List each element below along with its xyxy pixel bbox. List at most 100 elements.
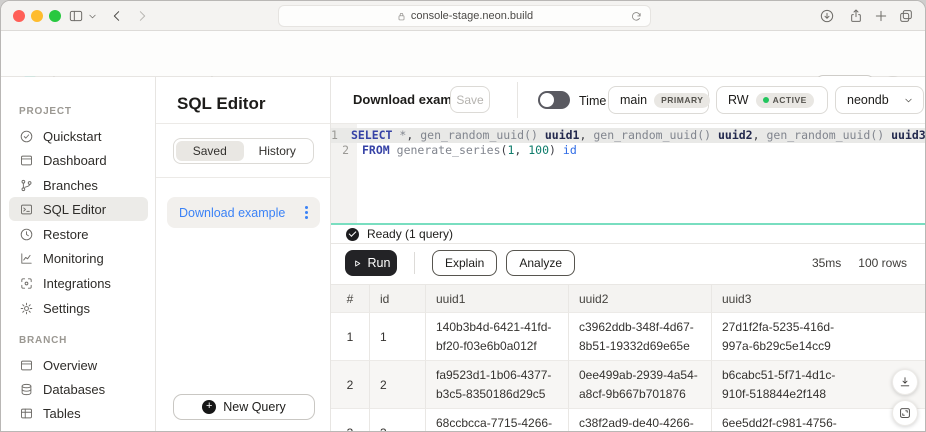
table-header-row: # id uuid1 uuid2 uuid3	[331, 285, 925, 313]
sidebar-item-integrations[interactable]: Integrations	[9, 271, 148, 295]
table-row[interactable]: 2 2 fa9523d1-1b06-4377-b3c5-8350186d29c5…	[331, 361, 925, 409]
tab-history[interactable]: History	[244, 141, 312, 161]
expand-icon	[898, 406, 912, 420]
queries-panel: SQL Editor Saved History Download exampl…	[156, 77, 331, 431]
run-button[interactable]: Run	[345, 250, 397, 276]
branch-selector[interactable]: main PRIMARY	[608, 86, 709, 114]
line-number: 2	[331, 143, 357, 158]
code-text: FROM generate_series(1, 100) id	[357, 143, 577, 158]
tab-overview-icon[interactable]	[898, 8, 914, 24]
reload-icon[interactable]	[630, 10, 643, 23]
code-text: SELECT *, gen_random_uuid() uuid1, gen_r…	[346, 128, 926, 143]
id-cell: 2	[369, 361, 425, 409]
sidebar-item-label: Integrations	[43, 276, 111, 291]
lock-icon	[396, 11, 407, 22]
sidebar-item-tables[interactable]: Tables	[9, 401, 148, 425]
section-label-branch: BRANCH	[19, 335, 67, 346]
query-duration: 35ms	[812, 256, 841, 270]
column-header: uuid3	[711, 285, 925, 313]
chevron-down-icon[interactable]	[87, 11, 98, 22]
actions-bar: Run Explain Analyze 35ms 100 rows	[331, 244, 925, 282]
active-badge: ACTIVE	[756, 93, 814, 108]
divider	[156, 123, 330, 124]
toolbar-divider	[517, 82, 518, 118]
editor-toolbar: Download exam... Save Time Travel main P…	[331, 77, 925, 123]
status-message: Ready (1 query)	[367, 227, 453, 241]
new-query-button[interactable]: + New Query	[173, 394, 315, 420]
sidebar-item-overview[interactable]: Overview	[9, 353, 148, 377]
download-results-button[interactable]	[892, 369, 918, 395]
browser-chrome: console-stage.neon.build	[1, 1, 925, 31]
forward-button[interactable]	[134, 8, 150, 24]
database-icon	[19, 382, 34, 397]
tab-saved[interactable]: Saved	[176, 141, 244, 161]
row-index-cell: 1	[331, 313, 369, 361]
toggle-knob	[540, 93, 554, 107]
sidebar-item-label: Settings	[43, 301, 90, 316]
sidebar-item-sql-editor[interactable]: SQL Editor	[9, 197, 148, 221]
sidebar-item-branches[interactable]: Branches	[9, 173, 148, 197]
zoom-window-button[interactable]	[49, 10, 61, 22]
address-bar[interactable]: console-stage.neon.build	[278, 5, 651, 27]
run-label: Run	[368, 256, 391, 270]
saved-query-item[interactable]: Download example	[167, 197, 320, 228]
downloads-icon[interactable]	[819, 8, 835, 24]
close-window-button[interactable]	[13, 10, 25, 22]
table-row[interactable]: 1 1 140b3b4d-6421-41fd-bf20-f03e6b0a012f…	[331, 313, 925, 361]
new-tab-icon[interactable]	[873, 8, 889, 24]
sidebar-item-label: Overview	[43, 358, 97, 373]
sql-editor[interactable]: 1 SELECT *, gen_random_uuid() uuid1, gen…	[331, 123, 925, 223]
sidebar-item-roles[interactable]: Roles	[9, 426, 148, 432]
kebab-menu-icon[interactable]	[303, 204, 310, 221]
sidebar-item-databases[interactable]: Databases	[9, 377, 148, 401]
uuid-cell: c38f2ad9-de40-4266-a918-ae947c732ed0	[568, 409, 711, 432]
expand-results-button[interactable]	[892, 400, 918, 426]
new-query-label: New Query	[223, 400, 286, 414]
results-table: # id uuid1 uuid2 uuid3 1 1 140b3b4d-6421…	[331, 284, 925, 432]
code-line-1: 1 SELECT *, gen_random_uuid() uuid1, gen…	[331, 128, 925, 143]
table-row[interactable]: 3 3 68ccbcca-7715-4266-b6c5-9f7a14ea6e5e…	[331, 409, 925, 432]
app-header: / George MacKerron PRO / purple-haze-637…	[1, 31, 925, 77]
share-page-icon[interactable]	[848, 8, 864, 24]
id-cell: 3	[369, 409, 425, 432]
sidebar-item-monitoring[interactable]: Monitoring	[9, 246, 148, 270]
window-icon	[19, 153, 34, 168]
plus-icon: +	[202, 400, 216, 414]
uuid-cell: 140b3b4d-6421-41fd-bf20-f03e6b0a012f	[425, 313, 568, 361]
time-travel-toggle[interactable]	[538, 91, 570, 109]
database-selector[interactable]: neondb	[835, 86, 924, 114]
uuid-cell: 27d1f2fa-5235-416d-997a-6b29c5e14cc9	[711, 313, 925, 361]
analyze-button[interactable]: Analyze	[506, 250, 575, 276]
sidebar-toggle-icon[interactable]	[68, 8, 84, 24]
branch-name: main	[620, 93, 647, 107]
sidebar-item-restore[interactable]: Restore	[9, 222, 148, 246]
query-metrics: 35ms 100 rows	[812, 256, 907, 270]
browser-window: console-stage.neon.build / George MacKer…	[0, 0, 926, 432]
save-button[interactable]: Save	[450, 86, 490, 113]
uuid-cell: 68ccbcca-7715-4266-b6c5-9f7a14ea6e5e	[425, 409, 568, 432]
sidebar-item-quickstart[interactable]: Quickstart	[9, 124, 148, 148]
play-icon	[352, 258, 363, 269]
column-header: #	[331, 285, 369, 313]
uuid-cell: c3962ddb-348f-4d67-8b51-19332d69e65e	[568, 313, 711, 361]
minimize-window-button[interactable]	[31, 10, 43, 22]
explain-button[interactable]: Explain	[432, 250, 497, 276]
compute-selector[interactable]: RW ACTIVE	[716, 86, 828, 114]
uuid-cell: fa9523d1-1b06-4377-b3c5-8350186d29c5	[425, 361, 568, 409]
sidebar-item-label: SQL Editor	[43, 202, 106, 217]
sidebar: PROJECT Quickstart Dashboard Branches SQ…	[1, 77, 156, 431]
sidebar-item-dashboard[interactable]: Dashboard	[9, 148, 148, 172]
back-button[interactable]	[109, 8, 125, 24]
sidebar-item-label: Restore	[43, 227, 89, 242]
active-dot-icon	[763, 97, 769, 103]
sidebar-item-label: Quickstart	[43, 129, 102, 144]
saved-query-label: Download example	[179, 206, 285, 220]
window-icon	[19, 358, 34, 373]
ready-check-icon	[346, 228, 359, 241]
query-row-count: 100 rows	[858, 256, 907, 270]
gear-icon	[19, 301, 34, 316]
sidebar-item-label: Dashboard	[43, 153, 107, 168]
column-header: uuid1	[425, 285, 568, 313]
sidebar-item-settings[interactable]: Settings	[9, 296, 148, 320]
code-line-2: 2 FROM generate_series(1, 100) id	[331, 143, 925, 158]
